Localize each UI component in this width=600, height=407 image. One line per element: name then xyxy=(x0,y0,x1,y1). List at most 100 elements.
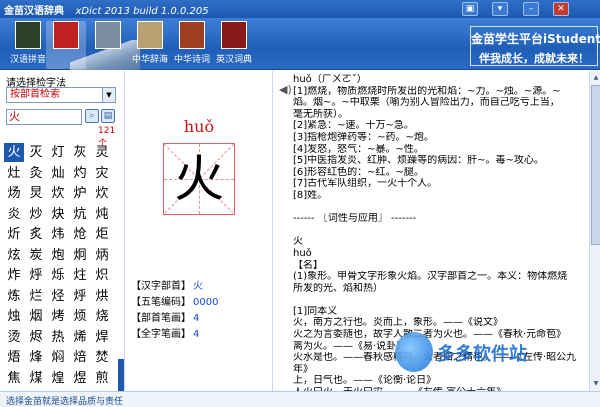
toolbar-label: 汉语拼音 xyxy=(9,55,46,65)
char-cell[interactable]: 炝 xyxy=(70,225,90,244)
info-wubi: 【五笔编码】 0000 xyxy=(131,293,271,308)
search-icon[interactable]: ⌕ xyxy=(85,109,99,123)
char-cell[interactable]: 灰 xyxy=(70,143,90,162)
char-cell[interactable]: 炖 xyxy=(92,205,112,224)
char-cell[interactable]: 火 xyxy=(4,143,24,162)
char-cell[interactable]: 焐 xyxy=(4,348,24,367)
char-cell[interactable]: 灾 xyxy=(92,164,112,183)
char-cell[interactable]: 炒 xyxy=(26,205,46,224)
lookup-icon[interactable]: ▤ xyxy=(101,109,115,123)
char-cell[interactable]: 炘 xyxy=(4,225,24,244)
minimize-button[interactable]: – xyxy=(523,2,539,16)
toolbar-item-red-book[interactable] xyxy=(46,21,86,69)
method-select[interactable]: 按部首检索 ▼ xyxy=(6,87,116,103)
scroll-thumb[interactable] xyxy=(591,85,600,245)
char-cell[interactable]: 炬 xyxy=(92,225,112,244)
char-cell[interactable]: 炽 xyxy=(92,266,112,285)
char-cell[interactable]: 焊 xyxy=(92,328,112,347)
char-cell[interactable]: 焦 xyxy=(4,369,24,388)
char-cell[interactable]: 热 xyxy=(48,328,68,347)
banner-line1: 金苗学生平台iStudent xyxy=(471,32,600,46)
method-select-value: 按部首检索 xyxy=(10,89,60,100)
char-cell[interactable]: 烁 xyxy=(48,266,68,285)
toolbar: 汉语拼音 中华辞海 中华诗词 英汉词典 金苗学生平台iStudent 伴我成长，… xyxy=(0,18,600,70)
toolbar-label: 英汉词典 xyxy=(215,55,252,65)
char-cell[interactable]: 灵 xyxy=(92,143,112,162)
char-cell[interactable]: 炊 xyxy=(48,184,68,203)
char-cell[interactable]: 炳 xyxy=(92,246,112,265)
char-cell[interactable]: 烘 xyxy=(92,287,112,306)
definition-line: huǒ xyxy=(293,247,312,259)
char-cell[interactable]: 炼 xyxy=(4,287,24,306)
char-cell[interactable]: 炀 xyxy=(4,184,24,203)
char-cell[interactable]: 烃 xyxy=(48,287,68,306)
istudent-banner[interactable]: 金苗学生平台iStudent 伴我成长，成就未来！ xyxy=(470,26,600,66)
definition-line xyxy=(293,202,589,214)
toolbar-item-pinyin[interactable]: 汉语拼音 xyxy=(8,21,48,69)
search-panel: 请选择检字法 按部首检索 ▼ 火 ⌕ ▤ 121个 火灭灯灰灵灶灸灿灼灾炀炅炊炉… xyxy=(0,71,124,395)
char-cell[interactable]: 烤 xyxy=(48,307,68,326)
toolbar-item-english[interactable]: 英汉词典 xyxy=(214,21,254,69)
definition-line: 毫无所获）。 xyxy=(293,108,348,120)
char-cell[interactable]: 焚 xyxy=(92,348,112,367)
char-cell[interactable]: 炅 xyxy=(26,184,46,203)
char-cell[interactable]: 炷 xyxy=(70,266,90,285)
toolbar-item-photo-book[interactable] xyxy=(88,21,128,69)
chevron-down-icon[interactable]: ▼ xyxy=(102,88,115,102)
char-cell[interactable]: 炙 xyxy=(26,225,46,244)
char-cell[interactable]: 烀 xyxy=(26,266,46,285)
scroll-up-icon[interactable]: ▲ xyxy=(591,72,600,84)
menu-down-button[interactable]: ▾ xyxy=(492,2,508,16)
pinyin: huǒ xyxy=(183,117,215,136)
char-cell[interactable]: 灸 xyxy=(26,164,46,183)
char-cell[interactable]: 烛 xyxy=(4,307,24,326)
char-cell[interactable]: 灶 xyxy=(4,164,24,183)
char-cell[interactable]: 焖 xyxy=(48,348,68,367)
definition-line: [2]紧急：~速。十万~急。 xyxy=(293,120,414,132)
char-cell[interactable]: 炕 xyxy=(70,205,90,224)
char-cell[interactable]: 烂 xyxy=(26,287,46,306)
char-cell[interactable]: 烫 xyxy=(4,328,24,347)
char-cell[interactable]: 炭 xyxy=(26,246,46,265)
close-button[interactable]: ✕ xyxy=(553,2,569,16)
char-cell[interactable]: 煎 xyxy=(92,369,112,388)
char-cell[interactable]: 炎 xyxy=(4,205,24,224)
toolbar-item-poetry[interactable]: 中华诗词 xyxy=(172,21,212,69)
char-cell[interactable]: 炊 xyxy=(92,184,112,203)
char-cell[interactable]: 烦 xyxy=(70,307,90,326)
char-cell[interactable]: 煌 xyxy=(48,369,68,388)
toolbar-item-cihai[interactable]: 中华辞海 xyxy=(130,21,170,69)
info-value: 4 xyxy=(193,329,200,340)
definition-line: [5]中医指发炎、红肿、烦躁等的病因：肝~。毒~攻心。 xyxy=(293,155,544,167)
char-cell[interactable]: 炸 xyxy=(4,266,24,285)
char-cell[interactable]: 灿 xyxy=(48,164,68,183)
definition-line xyxy=(293,225,589,237)
char-cell[interactable]: 炉 xyxy=(70,184,90,203)
char-cell[interactable]: 炮 xyxy=(48,246,68,265)
char-cell[interactable]: 煤 xyxy=(26,369,46,388)
char-cell[interactable]: 烬 xyxy=(26,328,46,347)
definition-line: [1]燃烧，物质燃烧时所发出的光和焰：~力。~烛。~源。~ xyxy=(293,85,561,97)
speaker-icon[interactable]: ◀) xyxy=(279,83,292,96)
tian-grid: 火 xyxy=(163,143,235,215)
char-cell[interactable]: 灯 xyxy=(48,143,68,162)
char-cell[interactable]: 炯 xyxy=(70,246,90,265)
definition-line: [4]发怒，怒气：~暴。~性。 xyxy=(293,143,424,155)
char-cell[interactable]: 烧 xyxy=(92,307,112,326)
char-cell[interactable]: 焙 xyxy=(70,348,90,367)
red-book-icon xyxy=(53,21,79,49)
definition-line: [8]姓。 xyxy=(293,189,328,201)
char-cell[interactable]: 炫 xyxy=(4,246,24,265)
char-cell[interactable]: 灼 xyxy=(70,164,90,183)
info-value: 4 xyxy=(193,313,200,324)
char-cell[interactable]: 烯 xyxy=(70,328,90,347)
char-cell[interactable]: 烽 xyxy=(26,348,46,367)
skin-button[interactable]: ▣ xyxy=(462,2,478,16)
char-cell[interactable]: 炔 xyxy=(48,205,68,224)
search-input[interactable]: 火 xyxy=(6,109,82,125)
char-cell[interactable]: 烀 xyxy=(70,287,90,306)
char-cell[interactable]: 煜 xyxy=(70,369,90,388)
char-cell[interactable]: 炜 xyxy=(48,225,68,244)
char-cell[interactable]: 烟 xyxy=(26,307,46,326)
char-cell[interactable]: 灭 xyxy=(26,143,46,162)
